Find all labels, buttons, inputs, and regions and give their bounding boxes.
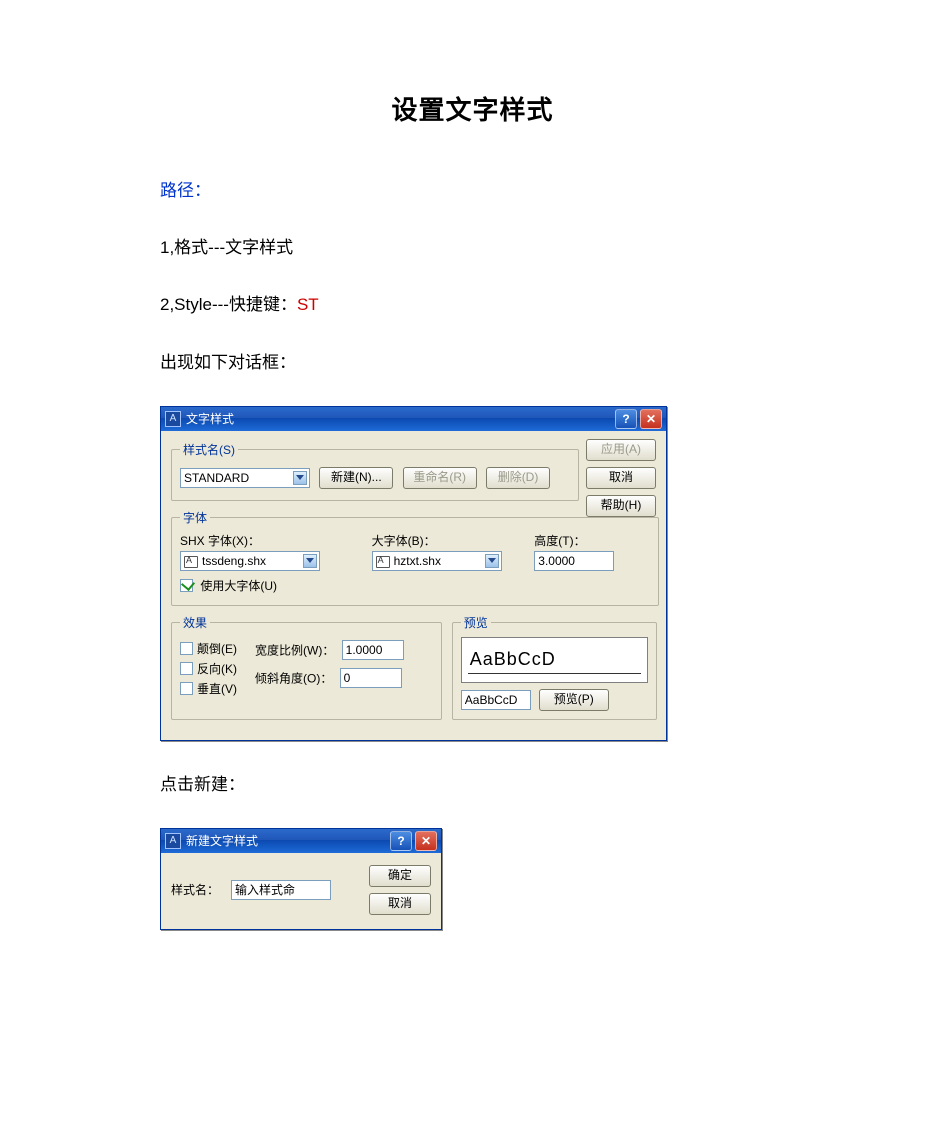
- preview-button[interactable]: 预览(P): [539, 689, 609, 711]
- vertical-checkbox[interactable]: [180, 682, 193, 695]
- upside-down-checkbox[interactable]: [180, 642, 193, 655]
- preview-legend: 预览: [461, 614, 491, 631]
- ok-button[interactable]: 确定: [369, 865, 431, 887]
- app-icon: A: [165, 833, 181, 849]
- titlebar[interactable]: A 新建文字样式 ? ✕: [161, 829, 441, 853]
- height-label: 高度(T)：: [534, 532, 650, 549]
- doc-line-2-prefix: 2,Style---快捷键：: [160, 295, 297, 314]
- font-file-icon: [376, 554, 390, 568]
- new-style-name-input[interactable]: [231, 880, 331, 900]
- chevron-down-icon: [296, 475, 304, 480]
- new-style-button[interactable]: 新建(N)...: [319, 467, 393, 489]
- titlebar-help-button[interactable]: ?: [390, 831, 412, 851]
- use-bigfont-checkbox[interactable]: [180, 579, 193, 592]
- shx-font-select[interactable]: tssdeng.shx: [180, 551, 320, 571]
- font-file-icon: [184, 554, 198, 568]
- titlebar-close-button[interactable]: ✕: [415, 831, 437, 851]
- style-name-group: 样式名(S) STANDARD 新建(N)... 重命名(R) 删除(D): [171, 441, 579, 501]
- oblique-angle-input[interactable]: [340, 668, 402, 688]
- upside-down-label: 颠倒(E): [197, 642, 237, 656]
- dialog-title: 新建文字样式: [186, 832, 387, 849]
- doc-line-2: 2,Style---快捷键：ST: [160, 291, 785, 318]
- preview-group: 预览 AaBbCcD 预览(P): [452, 614, 657, 720]
- backward-label: 反向(K): [197, 662, 237, 676]
- width-factor-label: 宽度比例(W)：: [255, 643, 334, 657]
- app-icon: A: [165, 411, 181, 427]
- style-name-value: STANDARD: [184, 471, 249, 485]
- width-factor-input[interactable]: [342, 640, 404, 660]
- preview-sample-box: AaBbCcD: [461, 637, 648, 683]
- oblique-angle-label: 倾斜角度(O)：: [255, 671, 332, 685]
- delete-style-button[interactable]: 删除(D): [486, 467, 550, 489]
- titlebar[interactable]: A 文字样式 ? ✕: [161, 407, 666, 431]
- backward-checkbox[interactable]: [180, 662, 193, 675]
- doc-line-4: 点击新建：: [160, 771, 785, 798]
- effects-legend: 效果: [180, 614, 210, 631]
- titlebar-close-button[interactable]: ✕: [640, 409, 662, 429]
- preview-text-input[interactable]: [461, 690, 531, 710]
- help-button[interactable]: 帮助(H): [586, 495, 656, 517]
- path-label: 路径：: [160, 177, 785, 204]
- font-legend: 字体: [180, 509, 210, 526]
- cancel-button[interactable]: 取消: [586, 467, 656, 489]
- page-title: 设置文字样式: [160, 90, 785, 127]
- chevron-down-icon: [306, 558, 314, 563]
- effects-group: 效果 颠倒(E) 反向(K) 垂直(V) 宽度比例(W)：: [171, 614, 442, 720]
- new-text-style-dialog: A 新建文字样式 ? ✕ 样式名： 确定 取消: [160, 828, 442, 930]
- rename-style-button[interactable]: 重命名(R): [403, 467, 477, 489]
- bigfont-label: 大字体(B)：: [372, 532, 517, 549]
- font-group: 字体 SHX 字体(X)： tssdeng.shx 使用大字体(U): [171, 509, 659, 606]
- doc-line-3: 出现如下对话框：: [160, 349, 785, 376]
- style-name-select[interactable]: STANDARD: [180, 468, 310, 488]
- preview-underline: [468, 673, 641, 674]
- titlebar-help-button[interactable]: ?: [615, 409, 637, 429]
- cancel-button[interactable]: 取消: [369, 893, 431, 915]
- text-style-dialog: A 文字样式 ? ✕ 应用(A) 取消 帮助(H) 样式名(S) STANDAR…: [160, 406, 667, 741]
- bigfont-select[interactable]: hztxt.shx: [372, 551, 502, 571]
- shx-font-label: SHX 字体(X)：: [180, 532, 354, 549]
- shortcut-key: ST: [297, 295, 319, 314]
- chevron-down-icon: [488, 558, 496, 563]
- doc-line-1: 1,格式---文字样式: [160, 234, 785, 261]
- new-style-name-label: 样式名：: [171, 881, 219, 898]
- bigfont-value: hztxt.shx: [394, 554, 441, 568]
- style-name-legend: 样式名(S): [180, 441, 238, 458]
- shx-font-value: tssdeng.shx: [202, 554, 266, 568]
- vertical-label: 垂直(V): [197, 682, 237, 696]
- height-input[interactable]: [534, 551, 614, 571]
- apply-button[interactable]: 应用(A): [586, 439, 656, 461]
- use-bigfont-label: 使用大字体(U): [200, 579, 277, 593]
- preview-sample-text: AaBbCcD: [470, 649, 556, 670]
- dialog-title: 文字样式: [186, 410, 612, 427]
